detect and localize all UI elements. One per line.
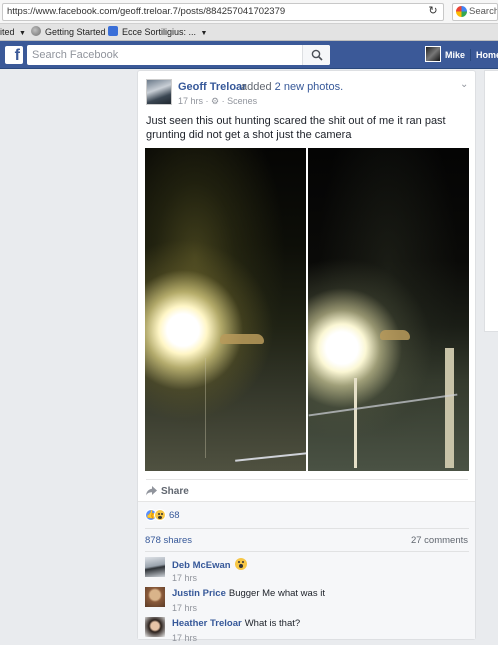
divider [146,479,468,480]
search-icon [311,49,323,61]
wow-emoji-icon [234,558,247,570]
comments-count[interactable]: 27 comments [411,535,468,546]
post-audience[interactable]: Scenes [227,96,257,106]
comment-time[interactable]: 17 hrs [172,573,197,583]
divider [145,528,469,529]
bookmark-item[interactable]: ited ▼ [0,24,26,41]
comment-item: Justin Price Bugger Me what was it 17 hrs [145,587,469,615]
bookmarks-bar: ited ▼ Getting Started Ecce Sortiligius:… [0,24,498,41]
right-column-card [484,70,498,332]
fence-line [205,358,206,458]
post-photo-1[interactable] [145,148,306,471]
comment-item: Deb McEwan 17 hrs [145,557,469,585]
comment-author[interactable]: Justin Price [172,588,226,599]
author-name[interactable]: Geoff Treloar [178,81,246,93]
feedback-section: 👍 68 878 shares 27 comments Deb McEwan 17… [138,501,475,643]
caret-down-icon: ▼ [200,30,208,37]
post-photo-2[interactable] [308,148,469,471]
avatar[interactable] [145,617,165,637]
animal-figure [380,330,410,340]
bookmark-ecce-sortiligius[interactable]: Ecce Sortiligius: ... ▼ [108,24,207,41]
comment-author[interactable]: Heather Treloar [172,618,242,629]
comment-text: What is that? [244,618,301,629]
facebook-search [27,45,330,65]
post-text: Just seen this out hunting scared the sh… [146,115,446,141]
fence-wire [235,452,306,462]
post-action: added 2 new photos. [241,81,344,93]
profile-name: Mike [445,50,466,60]
group-icon: ⚙ [211,96,220,106]
comment-item: Heather Treloar What is that? 17 hrs [145,617,469,645]
facebook-logo[interactable]: f [5,46,23,64]
share-button[interactable]: Share [146,485,189,499]
post-time[interactable]: 17 hrs [178,96,203,106]
bookmark-getting-started[interactable]: Getting Started [31,24,106,41]
animal-figure [220,334,264,344]
comment-time[interactable]: 17 hrs [172,603,197,613]
fence-post [354,378,357,468]
avatar[interactable] [145,587,165,607]
facebook-header: f Mike Home [0,41,498,69]
chevron-down-icon[interactable]: ⌄ [460,79,468,90]
author-avatar[interactable] [146,79,172,105]
profile-link[interactable]: Mike [425,46,465,64]
rss-icon [108,26,118,36]
home-link[interactable]: Home [476,46,498,64]
avatar [425,46,441,62]
facebook-search-input[interactable] [27,45,297,65]
fence-wire [308,393,458,417]
wow-icon [154,509,166,522]
avatar[interactable] [145,557,165,577]
reaction-count: 68 [169,509,180,521]
globe-icon [31,26,41,36]
fence-post [445,348,454,468]
divider [470,49,471,61]
post-card: Geoff Treloar added 2 new photos. 17 hrs… [137,70,476,643]
browser-toolbar: https://www.facebook.com/geoff.treloar.7… [0,0,498,24]
reload-icon[interactable]: ↻ [424,3,442,19]
post-meta: 17 hrs · ⚙ · Scenes [178,96,258,106]
browser-search-label: Search [469,6,498,17]
shares-link[interactable]: 878 shares [145,535,192,546]
search-button[interactable] [302,45,330,65]
browser-search-field[interactable]: Search [452,3,498,21]
reactions-summary[interactable]: 👍 68 [145,509,180,523]
comment-time[interactable]: 17 hrs [172,633,197,643]
address-bar[interactable]: https://www.facebook.com/geoff.treloar.7… [2,3,444,21]
comment-author[interactable]: Deb McEwan [172,560,231,571]
caret-down-icon: ▼ [19,30,26,37]
photos-link[interactable]: 2 new photos. [275,81,344,93]
share-icon [146,486,157,496]
divider [145,551,469,552]
comment-text: Bugger Me what was it [228,588,325,599]
google-icon [456,6,467,17]
